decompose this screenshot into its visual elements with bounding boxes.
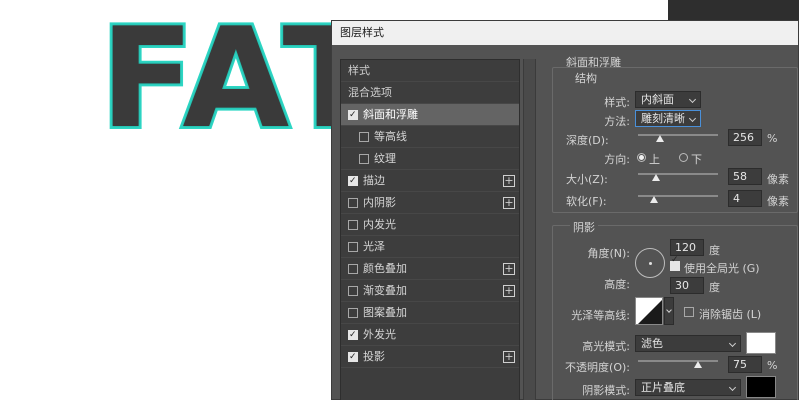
style-label: 样式:: [604, 96, 630, 109]
style-item-checkbox[interactable]: [348, 104, 358, 126]
style-item[interactable]: 颜色叠加 +: [341, 258, 519, 280]
shading-title: 阴影: [570, 219, 598, 235]
direction-up-radio[interactable]: [637, 153, 646, 162]
style-item[interactable]: 图案叠加: [341, 302, 519, 324]
add-style-button[interactable]: +: [503, 175, 515, 187]
style-item-checkbox[interactable]: [348, 198, 358, 208]
style-item-label: 渐变叠加: [363, 284, 407, 297]
style-item-label: 投影: [363, 350, 385, 363]
angle-unit: 度: [709, 244, 720, 257]
style-item-checkbox[interactable]: [359, 132, 369, 142]
structure-title: 结构: [572, 70, 600, 86]
style-item-checkbox[interactable]: [348, 242, 358, 252]
style-item-checkbox[interactable]: [348, 170, 358, 192]
depth-label: 深度(D):: [566, 134, 609, 147]
opacity-slider-track[interactable]: [638, 360, 718, 362]
layer-style-dialog: 图层样式 样式 混合选项 斜面和浮雕等高线纹理描边 + 内阴影 + 内发光光泽颜色叠加 +…: [331, 20, 799, 400]
direction-up-label[interactable]: 上: [649, 151, 660, 167]
soften-field[interactable]: 4: [728, 190, 762, 207]
blend-options-item[interactable]: 混合选项: [341, 82, 519, 104]
style-item[interactable]: 内发光: [341, 214, 519, 236]
styles-list: 样式 混合选项 斜面和浮雕等高线纹理描边 + 内阴影 + 内发光光泽颜色叠加 + 渐变叠加 +…: [340, 59, 520, 400]
style-item-label: 斜面和浮雕: [363, 108, 418, 121]
style-item-checkbox[interactable]: [348, 346, 358, 368]
style-item-label: 颜色叠加: [363, 262, 407, 275]
altitude-label: 高度:: [604, 278, 630, 291]
style-item[interactable]: 内阴影 +: [341, 192, 519, 214]
panel-splitter[interactable]: [523, 59, 536, 400]
size-unit: 像素: [767, 173, 789, 186]
dialog-title: 图层样式: [332, 21, 798, 45]
altitude-unit: 度: [709, 281, 720, 294]
style-item-label: 内发光: [363, 218, 396, 231]
style-item-label: 光泽: [363, 240, 385, 253]
style-item-checkbox[interactable]: [348, 286, 358, 296]
shadow-color-swatch[interactable]: [746, 376, 776, 398]
highlight-mode-select[interactable]: 滤色: [635, 335, 741, 352]
size-label: 大小(Z):: [566, 173, 608, 186]
style-item-checkbox[interactable]: [359, 154, 369, 164]
opacity-slider-thumb[interactable]: [694, 361, 702, 368]
depth-slider-thumb[interactable]: [655, 135, 664, 142]
highlight-mode-label: 高光模式:: [582, 340, 630, 353]
angle-dial[interactable]: [635, 248, 665, 278]
highlight-color-swatch[interactable]: [746, 332, 776, 354]
style-item[interactable]: 斜面和浮雕: [341, 104, 519, 126]
size-field[interactable]: 58: [728, 168, 762, 185]
style-item-label: 图案叠加: [363, 306, 407, 319]
gloss-contour-dropdown[interactable]: [664, 297, 674, 325]
soften-unit: 像素: [767, 195, 789, 208]
add-style-button[interactable]: +: [503, 285, 515, 297]
anti-alias-checkbox[interactable]: [684, 307, 694, 317]
style-item-label: 外发光: [363, 328, 396, 341]
style-item-label: 内阴影: [363, 196, 396, 209]
size-slider-track[interactable]: [638, 173, 718, 175]
style-item[interactable]: 投影 +: [341, 346, 519, 368]
style-item[interactable]: 光泽: [341, 236, 519, 258]
depth-field[interactable]: 256: [728, 129, 762, 146]
angle-field[interactable]: 120: [670, 239, 704, 256]
style-select[interactable]: 内斜面: [635, 91, 701, 108]
style-item-checkbox[interactable]: [348, 220, 358, 230]
opacity-field[interactable]: 75: [728, 356, 762, 373]
angle-label: 角度(N):: [587, 247, 630, 260]
shadow-mode-label: 阴影模式:: [582, 384, 630, 397]
style-item-label: 等高线: [374, 130, 407, 143]
style-item-checkbox[interactable]: [348, 324, 358, 346]
add-style-button[interactable]: +: [503, 263, 515, 275]
add-style-button[interactable]: +: [503, 197, 515, 209]
style-item-label: 纹理: [374, 152, 396, 165]
opacity-unit: %: [767, 359, 778, 372]
shadow-mode-select[interactable]: 正片叠底: [635, 379, 741, 396]
technique-select[interactable]: 雕刻清晰: [635, 110, 701, 127]
style-item-checkbox[interactable]: [348, 264, 358, 274]
contour-curve-icon: [638, 300, 662, 324]
global-light-label[interactable]: 使用全局光 (G): [684, 260, 760, 276]
depth-unit: %: [767, 132, 778, 145]
altitude-field[interactable]: 30: [670, 277, 704, 294]
add-style-button[interactable]: +: [503, 351, 515, 363]
soften-label: 软化(F):: [566, 195, 607, 208]
style-item[interactable]: 描边 +: [341, 170, 519, 192]
size-slider-thumb[interactable]: [651, 174, 660, 181]
style-item[interactable]: 纹理: [341, 148, 519, 170]
style-item-checkbox[interactable]: [348, 308, 358, 318]
direction-label: 方向:: [604, 153, 630, 166]
opacity-label: 不透明度(O):: [565, 361, 630, 374]
app-panel-strip: [668, 0, 799, 20]
style-item-label: 描边: [363, 174, 385, 187]
anti-alias-label[interactable]: 消除锯齿 (L): [699, 306, 761, 322]
technique-label: 方法:: [604, 115, 630, 128]
global-light-checkbox[interactable]: [670, 255, 680, 271]
style-item[interactable]: 外发光: [341, 324, 519, 346]
direction-down-radio[interactable]: [679, 153, 688, 162]
gloss-contour-label: 光泽等高线:: [571, 309, 630, 322]
style-item[interactable]: 等高线: [341, 126, 519, 148]
direction-down-label[interactable]: 下: [691, 151, 702, 167]
styles-header[interactable]: 样式: [341, 60, 519, 82]
depth-slider-track[interactable]: [638, 134, 718, 136]
gloss-contour-preview[interactable]: [635, 297, 663, 325]
soften-slider-thumb[interactable]: [650, 196, 658, 203]
style-item[interactable]: 渐变叠加 +: [341, 280, 519, 302]
